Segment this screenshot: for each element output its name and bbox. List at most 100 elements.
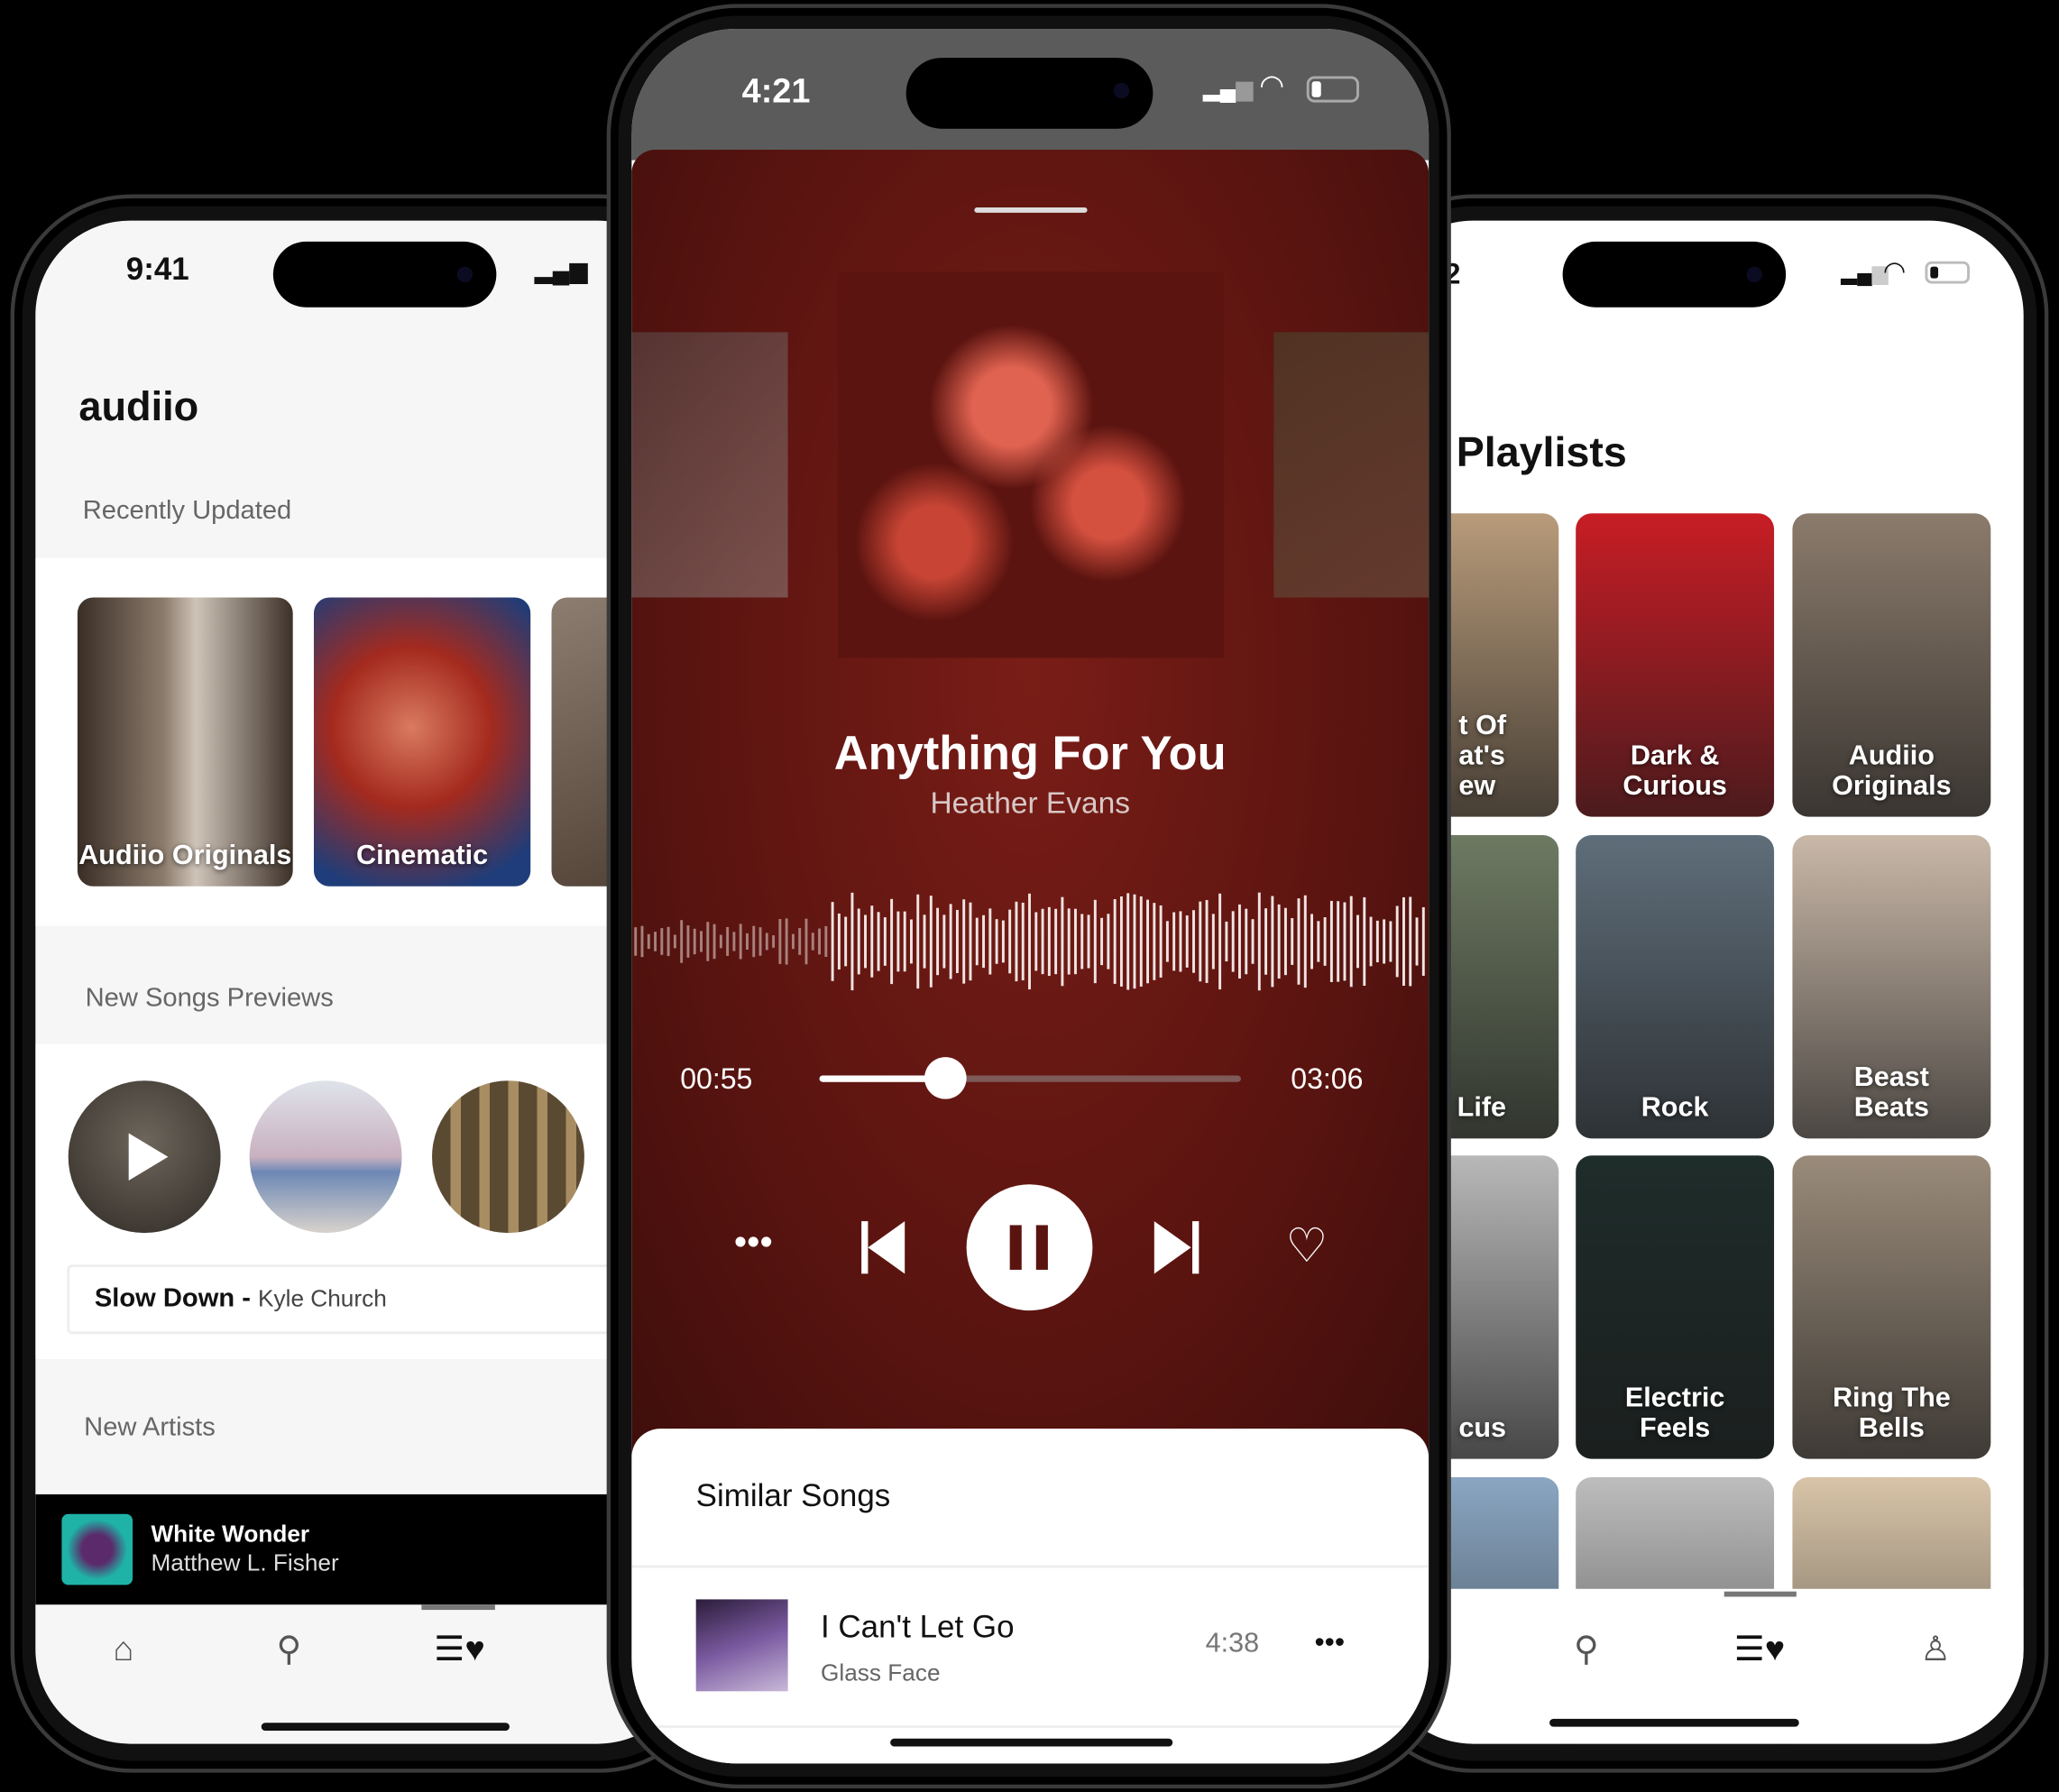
recent-card-audiio-originals[interactable]: Audiio Originals [77,597,293,887]
waveform-bar [1310,914,1313,970]
next-icon[interactable] [1154,1221,1200,1274]
waveform-bar [1047,906,1051,977]
playlist-card[interactable]: Dark & Curious [1576,513,1775,817]
playlist-heart-icon[interactable]: ☰♥ [1734,1629,1785,1669]
album-artwork [837,271,1224,658]
next-artwork[interactable] [1273,332,1429,598]
playlist-label: cus [1458,1412,1507,1444]
waveform-bar [634,927,638,956]
waveform-bar [850,892,854,991]
playlist-card[interactable]: Audiio Originals [1792,513,1991,817]
waveform-bar [1329,900,1333,982]
progress-track[interactable] [819,1057,1241,1099]
waveform-bar [1369,916,1373,967]
mini-player-artwork [61,1513,133,1585]
tab-active-indicator [1723,1591,1797,1597]
waveform-bar [746,933,749,950]
dynamic-island [905,58,1154,129]
waveform-bar [929,896,933,988]
more-icon[interactable]: ••• [734,1221,773,1264]
search-icon[interactable]: ⚲ [1574,1629,1599,1669]
waveform-bar [870,905,874,978]
playlist-label: Beast Beats [1853,1061,1930,1123]
waveform-bar [1218,893,1222,990]
waveform-bar [1093,899,1097,984]
status-time: 4:21 [741,70,811,111]
pause-icon [1009,1225,1022,1270]
elapsed-time: 00:55 [680,1061,753,1096]
heart-icon[interactable]: ♡ [1285,1218,1328,1273]
waveform-bar [1126,893,1130,990]
drag-handle[interactable] [974,207,1088,213]
waveform-bar [955,909,959,973]
song-preview-2[interactable] [249,1080,402,1234]
waveform-bar [1211,914,1215,970]
left-phone-screen: 9:41 ▂▄▆ audiio Recently Updated Audiio … [35,220,693,1744]
waveform-bar [1356,914,1359,969]
waveform-bar [706,922,710,961]
page-title: Playlists [1456,427,1627,476]
mini-player-artist: Matthew L. Fisher [151,1549,339,1576]
waveform-bar [785,918,788,965]
waveform-bar [1119,896,1123,987]
right-phone-screen: 2 ▂▄▆ ◠ Playlists t Of at's ew Dark & Cur… [1378,220,2024,1744]
similar-song-row[interactable]: I Can't Let Go Glass Face 4:38 ••• [631,1567,1429,1725]
previous-icon[interactable] [861,1221,906,1274]
waveform-bar [864,914,867,969]
now-preview-bar[interactable]: Slow Down - Kyle Church [67,1264,693,1335]
section-heading-new-artists: New Artists [84,1412,216,1442]
section-heading-new-songs: New Songs Previews [85,983,334,1013]
waveform-bar [1395,905,1399,978]
playlist-label: Rock [1641,1092,1709,1123]
signal-icon: ▂▄▆ [1841,262,1889,285]
signal-icon: ▂▄▆ [534,257,588,284]
waveform-bar [1337,901,1340,982]
playlist-heart-icon[interactable]: ☰♥ [434,1629,484,1669]
section-heading-recently-updated: Recently Updated [82,496,292,526]
waveform-bar [1257,892,1261,991]
waveform-bar [732,932,736,951]
playlist-card[interactable]: Ring The Bells [1792,1155,1991,1459]
playlist-card[interactable]: Beast Beats [1792,835,1991,1139]
waveform-bar [903,911,906,972]
waveform-bar [1238,904,1241,979]
waveform-bar [975,917,979,966]
waveform-bar [1054,908,1058,975]
waveform-bar [1165,921,1169,962]
waveform-bar [1107,914,1110,970]
prev-artwork[interactable] [631,332,788,598]
waveform-bar [1415,917,1419,966]
profile-icon[interactable]: ♙ [1920,1629,1951,1669]
waveform-bar [1199,901,1202,982]
play-icon[interactable] [128,1133,169,1181]
waveform-bar [1343,902,1347,981]
waveform-bar [1080,914,1084,970]
waveform-bar [1008,909,1012,974]
song-more-icon[interactable]: ••• [1314,1626,1345,1660]
home-icon[interactable]: ⌂ [113,1629,133,1669]
waveform-bar [1067,908,1071,975]
waveform-bar [1402,896,1405,987]
waveform[interactable] [631,889,1429,994]
waveform-bar [693,928,696,955]
song-preview-3[interactable] [432,1080,584,1234]
song-preview-1[interactable] [68,1080,221,1234]
playlist-card[interactable]: Rock [1576,835,1775,1139]
waveform-bar [1015,901,1018,982]
waveform-bar [719,934,722,949]
search-icon[interactable]: ⚲ [276,1629,301,1669]
playlist-label: Ring The Bells [1832,1383,1951,1444]
home-indicator [890,1738,1173,1747]
waveform-bar [1349,896,1353,988]
pause-button[interactable] [966,1184,1093,1311]
mini-player[interactable]: White Wonder Matthew L. Fisher [35,1493,693,1605]
waveform-bar [640,925,644,958]
waveform-bar [818,928,821,955]
playlist-card[interactable]: Electric Feels [1576,1155,1775,1459]
waveform-bar [877,912,880,971]
waveform-bar [686,925,690,958]
recent-card-cinematic[interactable]: Cinematic [313,597,531,887]
waveform-bar [1363,896,1366,987]
waveform-bar [1172,912,1176,971]
wifi-icon: ◠ [1882,257,1907,287]
